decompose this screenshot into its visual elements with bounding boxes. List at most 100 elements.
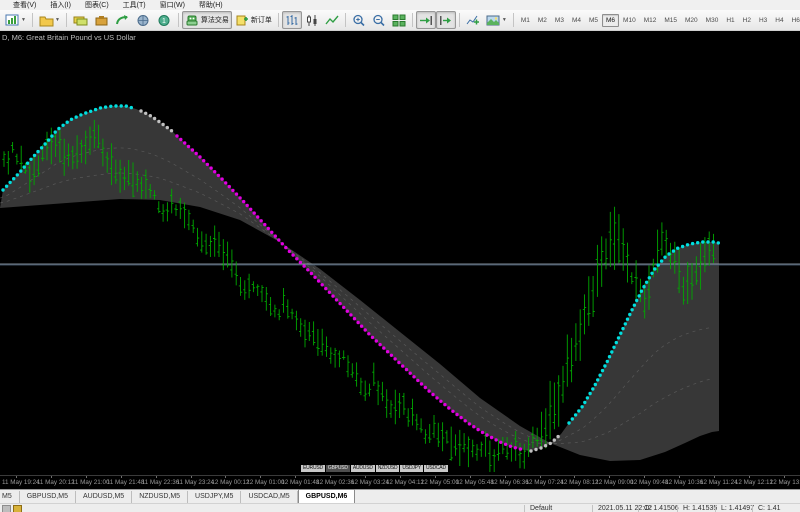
timeframe-M4[interactable]: M4	[568, 14, 585, 27]
data-window-icon	[95, 15, 108, 25]
timeframe-M30[interactable]: M30	[702, 14, 723, 27]
timeframe-M5[interactable]: M5	[585, 14, 602, 27]
legend-chip-GBPUSD[interactable]: GBPUSD	[325, 465, 350, 472]
timeframe-M1[interactable]: M1	[517, 14, 534, 27]
x-axis-label: 12 May 01:00	[246, 479, 285, 486]
legend-chip-AUDUSD[interactable]: AUDUSD	[350, 465, 375, 472]
menu-item-0[interactable]: 查看(V)	[6, 0, 43, 10]
auto-scroll-button[interactable]	[415, 11, 436, 29]
menu-item-5[interactable]: 帮助(H)	[192, 0, 230, 10]
timeframe-M20[interactable]: M20	[681, 14, 702, 27]
chevron-down-icon: ▼	[501, 17, 507, 23]
time-axis[interactable]: 11 May 19:24 11 May 20:12 11 May 21:00 11 M…	[0, 475, 800, 489]
toolbar-separator	[31, 13, 33, 27]
navigator-button[interactable]	[112, 11, 133, 29]
x-axis-tick	[783, 476, 785, 478]
toolbar-separator	[411, 13, 413, 27]
x-axis-label: 12 May 04:12	[385, 479, 425, 486]
new-order-button[interactable]: 新订单	[232, 11, 275, 29]
market-watch-button[interactable]	[70, 11, 91, 29]
x-axis-tick	[365, 476, 366, 478]
x-axis-tick	[644, 476, 646, 478]
candles-chart-button[interactable]	[302, 11, 322, 29]
x-axis-label: 12 May 13:00	[769, 479, 800, 486]
x-axis-tick	[330, 476, 332, 478]
menu-item-4[interactable]: 窗口(W)	[153, 0, 192, 10]
x-axis-tick	[399, 476, 401, 478]
status-segment-4: L: 1.41497	[715, 505, 754, 512]
bars-chart-button[interactable]	[281, 11, 302, 29]
new-chart-icon	[5, 14, 19, 25]
x-axis-label: 12 May 12:12	[734, 479, 774, 486]
legend-chip-USDCAD[interactable]: USDCAD	[423, 465, 448, 472]
toolbar-separator	[277, 13, 279, 27]
x-axis-label: 12 May 03:24	[351, 479, 390, 486]
timeframe-H3[interactable]: H3	[755, 14, 771, 27]
chart-shift-button[interactable]	[435, 11, 456, 29]
status-segment-3: H: 1.41535	[677, 505, 717, 512]
chart-tab-GBPUSDM6[interactable]: GBPUSD,M6	[297, 489, 356, 503]
line-chart-button[interactable]	[322, 11, 342, 29]
legend-chip-NZDUSD[interactable]: NZDUSD	[375, 465, 400, 472]
terminal-button[interactable]	[133, 11, 154, 29]
chart-tab-NZDUSDM5[interactable]: NZDUSD,M5	[132, 491, 189, 503]
x-axis-tick	[714, 476, 715, 478]
menu-item-1[interactable]: 插入(I)	[43, 0, 78, 10]
status-segment-0: Default	[524, 505, 552, 512]
timeframe-M10[interactable]: M10	[619, 14, 640, 27]
indicators-button[interactable]	[463, 11, 483, 29]
x-axis-tick	[539, 476, 541, 478]
chart-tab-USDJPYM5[interactable]: USDJPY,M5	[188, 491, 242, 503]
timeframe-H2[interactable]: H2	[739, 14, 755, 27]
status-segment-2: O: 1.41506	[638, 505, 679, 512]
menu-bar: 查看(V) 插入(I) 图表(C) 工具(T) 窗口(W) 帮助(H)	[0, 0, 800, 10]
timeframe-H1[interactable]: H1	[722, 14, 738, 27]
zoom-in-icon	[353, 14, 365, 26]
timeframe-H4[interactable]: H4	[771, 14, 787, 27]
profiles-button[interactable]: ▼	[36, 11, 63, 29]
legend-chip-EURUSD[interactable]: EURUSD	[301, 465, 325, 472]
menu-item-2[interactable]: 图表(C)	[78, 0, 116, 10]
candles-chart-icon	[306, 14, 317, 26]
chart-tab-M5[interactable]: M5	[0, 491, 20, 503]
x-axis-tick	[679, 476, 681, 478]
robot-icon	[186, 15, 198, 25]
price-chart-canvas[interactable]	[0, 31, 800, 475]
timeframe-M12[interactable]: M12	[640, 14, 661, 27]
chart-area[interactable]: D, M6: Great Britain Pound vs US Dollar …	[0, 31, 800, 475]
zoom-in-button[interactable]	[349, 11, 369, 29]
timeframe-M6[interactable]: M6	[602, 13, 620, 27]
timeframe-H6[interactable]: H6	[788, 14, 800, 27]
x-axis-tick	[609, 476, 611, 478]
profiles-icon	[39, 16, 54, 26]
timeframe-M3[interactable]: M3	[551, 14, 568, 27]
x-axis-label: 12 May 07:24	[525, 479, 564, 486]
data-window-button[interactable]	[91, 11, 112, 29]
zoom-out-button[interactable]	[369, 11, 389, 29]
strategy-tester-button[interactable]: 1	[154, 11, 175, 29]
chart-tab-USDCADM5[interactable]: USDCAD,M5	[241, 491, 298, 503]
account-icon	[13, 505, 22, 512]
chevron-down-icon: ▼	[54, 17, 60, 23]
x-axis-tick	[469, 476, 471, 478]
x-axis-tick	[295, 476, 297, 478]
status-icons	[2, 505, 22, 512]
tile-windows-button[interactable]	[389, 11, 409, 29]
terminal-icon	[137, 14, 149, 26]
x-axis-tick	[225, 476, 227, 478]
chart-tab-AUDUSDM5[interactable]: AUDUSD,M5	[76, 491, 133, 503]
algo-trading-button[interactable]: 算法交易	[181, 11, 232, 29]
templates-button[interactable]: ▼	[483, 11, 510, 29]
toolbar-separator	[512, 13, 514, 27]
chart-tab-GBPUSDM5[interactable]: GBPUSD,M5	[20, 491, 76, 503]
timeframe-M2[interactable]: M2	[534, 14, 551, 27]
x-axis-label: 12 May 08:12	[560, 479, 599, 486]
new-chart-button[interactable]: ▼	[2, 11, 29, 29]
timeframe-M15[interactable]: M15	[660, 14, 681, 27]
currency-legend: EURUSD GBPUSD AUDUSD NZDUSD USDJPY USDCAD	[301, 465, 448, 472]
x-axis-tick	[504, 476, 506, 478]
legend-chip-USDJPY[interactable]: USDJPY	[400, 465, 423, 472]
menu-item-3[interactable]: 工具(T)	[116, 0, 153, 10]
x-axis-tick	[260, 476, 262, 478]
toolbar: ▼ ▼ 1 算法交易 新订单 ▼ M1 M2 M3 M4 M5 M6 M10 M…	[0, 10, 800, 31]
